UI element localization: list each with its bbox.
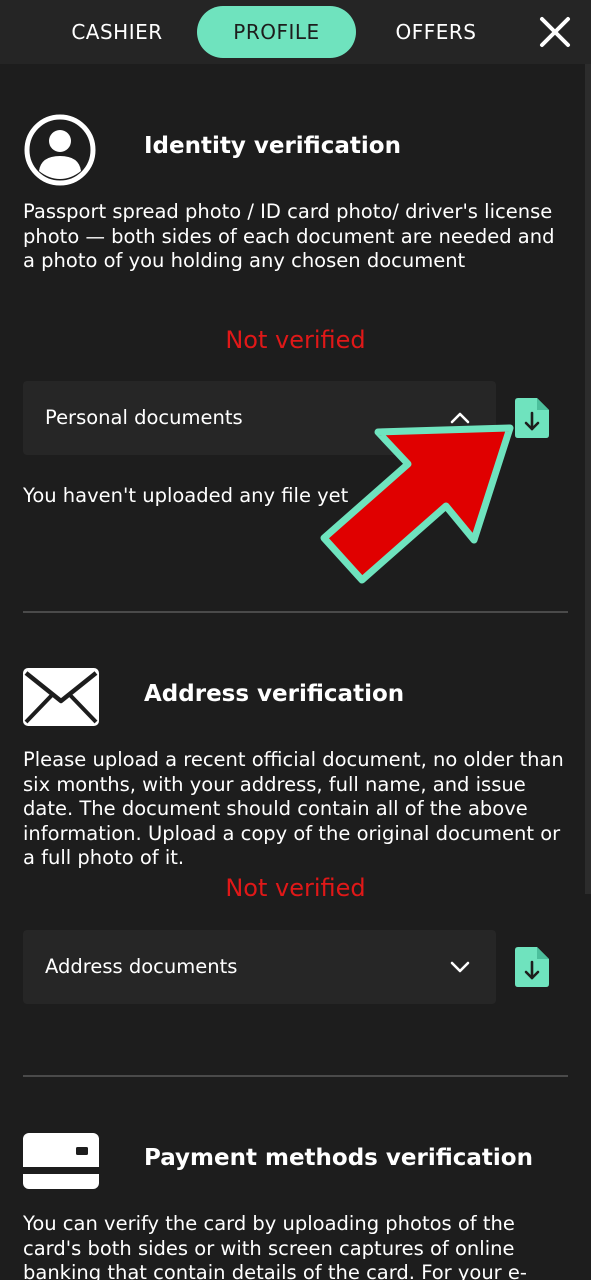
credit-card-icon (23, 1133, 99, 1189)
profile-verification-screen: CASHIER PROFILE OFFERS Identity verifica… (0, 0, 591, 1280)
scrollbar[interactable] (585, 64, 591, 894)
payment-section-description: You can verify the card by uploading pho… (23, 1212, 527, 1280)
payment-section-title: Payment methods verification (144, 1145, 533, 1171)
payment-verification-section: Payment methods verification You can ver… (23, 0, 568, 1280)
